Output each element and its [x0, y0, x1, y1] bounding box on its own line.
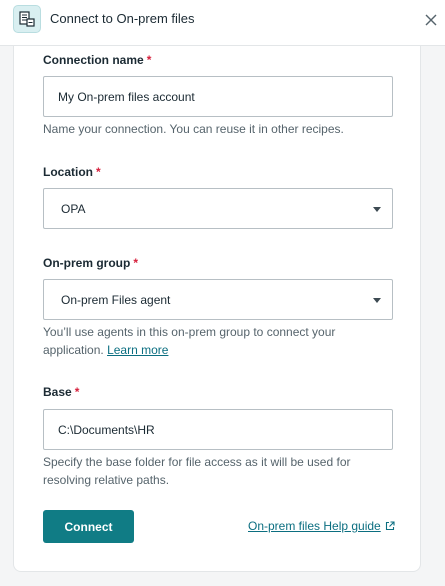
- required-mark: *: [96, 165, 101, 179]
- chevron-down-icon: [373, 207, 381, 212]
- on-prem-group-help-text: You’ll use agents in this on-prem group …: [43, 325, 336, 357]
- required-mark: *: [74, 385, 80, 399]
- connection-name-input[interactable]: My On-prem files account: [43, 76, 393, 117]
- base-value: C:\Documents\HR: [58, 422, 155, 437]
- required-mark: *: [133, 256, 138, 270]
- learn-more-link[interactable]: Learn more: [107, 343, 168, 357]
- base-help: Specify the base folder for file access …: [43, 455, 351, 487]
- connection-name-help: Name your connection. You can reuse it i…: [43, 122, 344, 136]
- dialog-header: Connect to On-prem files: [0, 0, 445, 46]
- dialog-title: Connect to On-prem files: [50, 11, 195, 26]
- location-selected-value: OPA: [61, 201, 86, 216]
- help-guide-label: On-prem files Help guide: [248, 519, 381, 533]
- location-label-text: Location: [43, 165, 93, 179]
- help-guide-link[interactable]: On-prem files Help guide: [248, 519, 395, 533]
- on-prem-group-help: You’ll use agents in this on-prem group …: [43, 324, 393, 359]
- base-label-text: Base: [43, 385, 72, 399]
- on-prem-group-label-text: On-prem group: [43, 256, 131, 270]
- close-icon: [425, 14, 437, 26]
- connect-button[interactable]: Connect: [43, 510, 134, 543]
- external-link-icon: [385, 521, 395, 531]
- on-prem-group-select[interactable]: On-prem Files agent: [43, 279, 393, 320]
- on-prem-group-selected-value: On-prem Files agent: [61, 292, 171, 307]
- file-server-icon: [13, 5, 41, 33]
- location-label: Location *: [43, 165, 101, 179]
- chevron-down-icon: [373, 298, 381, 303]
- location-select[interactable]: OPA: [43, 188, 393, 229]
- close-button[interactable]: [422, 11, 440, 29]
- connection-name-label: Connection name *: [43, 53, 151, 67]
- base-label: Base *: [43, 385, 79, 399]
- on-prem-group-label: On-prem group *: [43, 256, 138, 270]
- connection-name-value: My On-prem files account: [58, 89, 195, 104]
- required-mark: *: [146, 53, 152, 67]
- base-input[interactable]: C:\Documents\HR: [43, 409, 393, 450]
- connection-name-label-text: Connection name: [43, 53, 144, 67]
